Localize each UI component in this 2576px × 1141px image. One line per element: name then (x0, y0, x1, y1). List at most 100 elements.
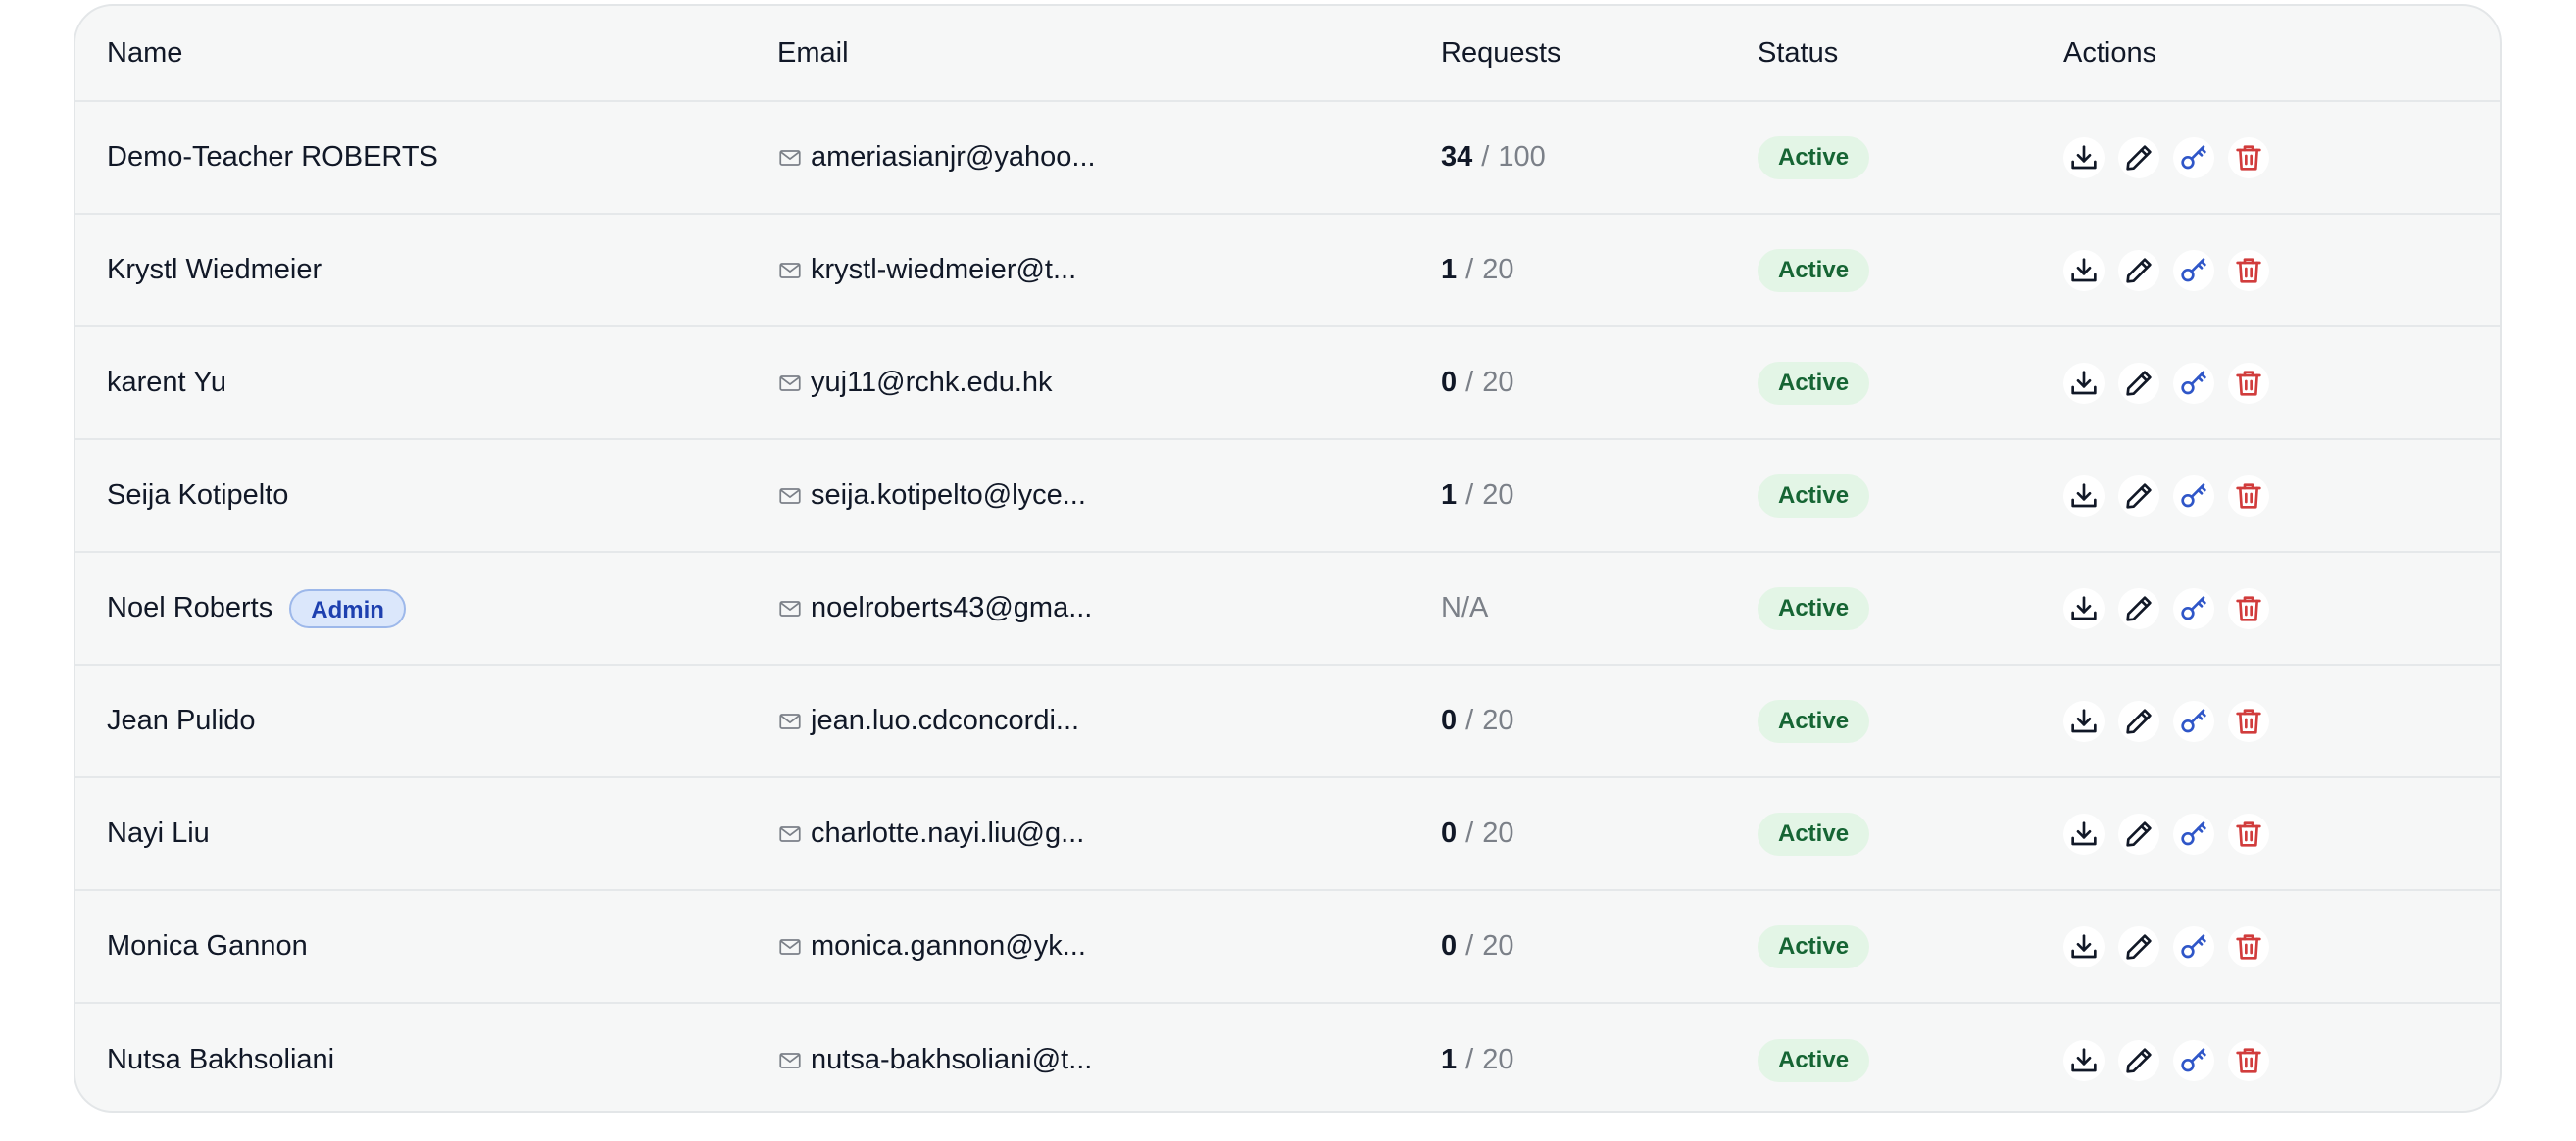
requests-na: N/A (1441, 592, 1489, 623)
key-icon (2178, 142, 2209, 174)
edit-icon (2123, 593, 2155, 624)
requests-separator: / (1465, 930, 1474, 962)
delete-button[interactable] (2228, 813, 2269, 855)
trash-icon (2233, 706, 2264, 737)
key-icon (2178, 1045, 2209, 1076)
download-button[interactable] (2063, 700, 2105, 742)
name-cell: Nutsa Bakhsoliani (107, 1004, 334, 1111)
user-email: ameriasianjr@yahoo... (811, 141, 1096, 173)
mail-icon (777, 371, 803, 396)
key-button[interactable] (2173, 813, 2214, 855)
key-button[interactable] (2173, 474, 2214, 517)
requests-separator: / (1465, 1044, 1474, 1075)
user-name: Noel Roberts (107, 592, 273, 623)
edit-button[interactable] (2118, 587, 2159, 629)
download-icon (2068, 255, 2100, 286)
table-row: Monica Gannon monica.gannon@yk... 0 / 20… (75, 891, 2500, 1004)
delete-button[interactable] (2228, 136, 2269, 178)
key-button[interactable] (2173, 1039, 2214, 1081)
download-button[interactable] (2063, 362, 2105, 404)
requests-separator: / (1481, 141, 1490, 173)
download-icon (2068, 1045, 2100, 1076)
status-cell: Active (1758, 327, 1870, 438)
table-body: Demo-Teacher ROBERTS ameriasianjr@yahoo.… (75, 102, 2500, 1111)
edit-button[interactable] (2118, 249, 2159, 291)
mail-icon (777, 145, 803, 171)
user-email: monica.gannon@yk... (811, 930, 1086, 962)
download-icon (2068, 142, 2100, 174)
status-cell: Active (1758, 666, 1870, 776)
download-button[interactable] (2063, 136, 2105, 178)
actions-cell (2063, 215, 2283, 325)
trash-icon (2233, 368, 2264, 399)
key-button[interactable] (2173, 700, 2214, 742)
download-icon (2068, 706, 2100, 737)
table-row: Jean Pulido jean.luo.cdconcordi... 0 / 2… (75, 666, 2500, 778)
user-name: Krystl Wiedmeier (107, 254, 322, 285)
key-icon (2178, 931, 2209, 963)
edit-button[interactable] (2118, 136, 2159, 178)
key-button[interactable] (2173, 249, 2214, 291)
key-icon (2178, 480, 2209, 512)
requests-limit: 20 (1482, 367, 1514, 398)
name-cell: Krystl Wiedmeier (107, 215, 322, 325)
user-name: Seija Kotipelto (107, 479, 289, 511)
delete-button[interactable] (2228, 700, 2269, 742)
requests-limit: 100 (1498, 141, 1546, 173)
requests-separator: / (1465, 367, 1474, 398)
key-button[interactable] (2173, 362, 2214, 404)
email-cell: ameriasianjr@yahoo... (777, 102, 1096, 213)
edit-icon (2123, 931, 2155, 963)
table-row: Demo-Teacher ROBERTS ameriasianjr@yahoo.… (75, 102, 2500, 215)
download-button[interactable] (2063, 587, 2105, 629)
key-icon (2178, 368, 2209, 399)
email-cell: yuj11@rchk.edu.hk (777, 327, 1053, 438)
key-icon (2178, 819, 2209, 850)
delete-button[interactable] (2228, 1039, 2269, 1081)
edit-button[interactable] (2118, 362, 2159, 404)
delete-button[interactable] (2228, 474, 2269, 517)
requests-used: 1 (1441, 1044, 1458, 1075)
trash-icon (2233, 142, 2264, 174)
actions-cell (2063, 102, 2283, 213)
header-email: Email (777, 36, 849, 69)
delete-button[interactable] (2228, 249, 2269, 291)
download-icon (2068, 368, 2100, 399)
user-email: yuj11@rchk.edu.hk (811, 367, 1053, 398)
actions-cell (2063, 666, 2283, 776)
requests-limit: 20 (1482, 818, 1514, 849)
key-button[interactable] (2173, 136, 2214, 178)
user-name: Demo-Teacher ROBERTS (107, 141, 438, 173)
download-button[interactable] (2063, 925, 2105, 967)
download-button[interactable] (2063, 474, 2105, 517)
actions-cell (2063, 1004, 2283, 1111)
download-button[interactable] (2063, 249, 2105, 291)
trash-icon (2233, 1045, 2264, 1076)
edit-icon (2123, 706, 2155, 737)
delete-button[interactable] (2228, 587, 2269, 629)
edit-button[interactable] (2118, 474, 2159, 517)
key-button[interactable] (2173, 587, 2214, 629)
email-cell: monica.gannon@yk... (777, 891, 1086, 1002)
name-cell: Noel Roberts Admin (107, 553, 406, 664)
edit-button[interactable] (2118, 813, 2159, 855)
requests-used: 0 (1441, 367, 1458, 398)
header-status: Status (1758, 36, 1839, 69)
edit-button[interactable] (2118, 1039, 2159, 1081)
download-button[interactable] (2063, 1039, 2105, 1081)
delete-button[interactable] (2228, 362, 2269, 404)
user-email: krystl-wiedmeier@t... (811, 254, 1077, 285)
table-row: Nayi Liu charlotte.nayi.liu@g... 0 / 20 … (75, 778, 2500, 891)
edit-button[interactable] (2118, 700, 2159, 742)
download-icon (2068, 819, 2100, 850)
key-button[interactable] (2173, 925, 2214, 967)
trash-icon (2233, 931, 2264, 963)
mail-icon (777, 934, 803, 960)
table-header: Name Email Requests Status Actions (75, 6, 2500, 102)
mail-icon (777, 821, 803, 847)
download-button[interactable] (2063, 813, 2105, 855)
actions-cell (2063, 327, 2283, 438)
edit-button[interactable] (2118, 925, 2159, 967)
delete-button[interactable] (2228, 925, 2269, 967)
key-icon (2178, 255, 2209, 286)
